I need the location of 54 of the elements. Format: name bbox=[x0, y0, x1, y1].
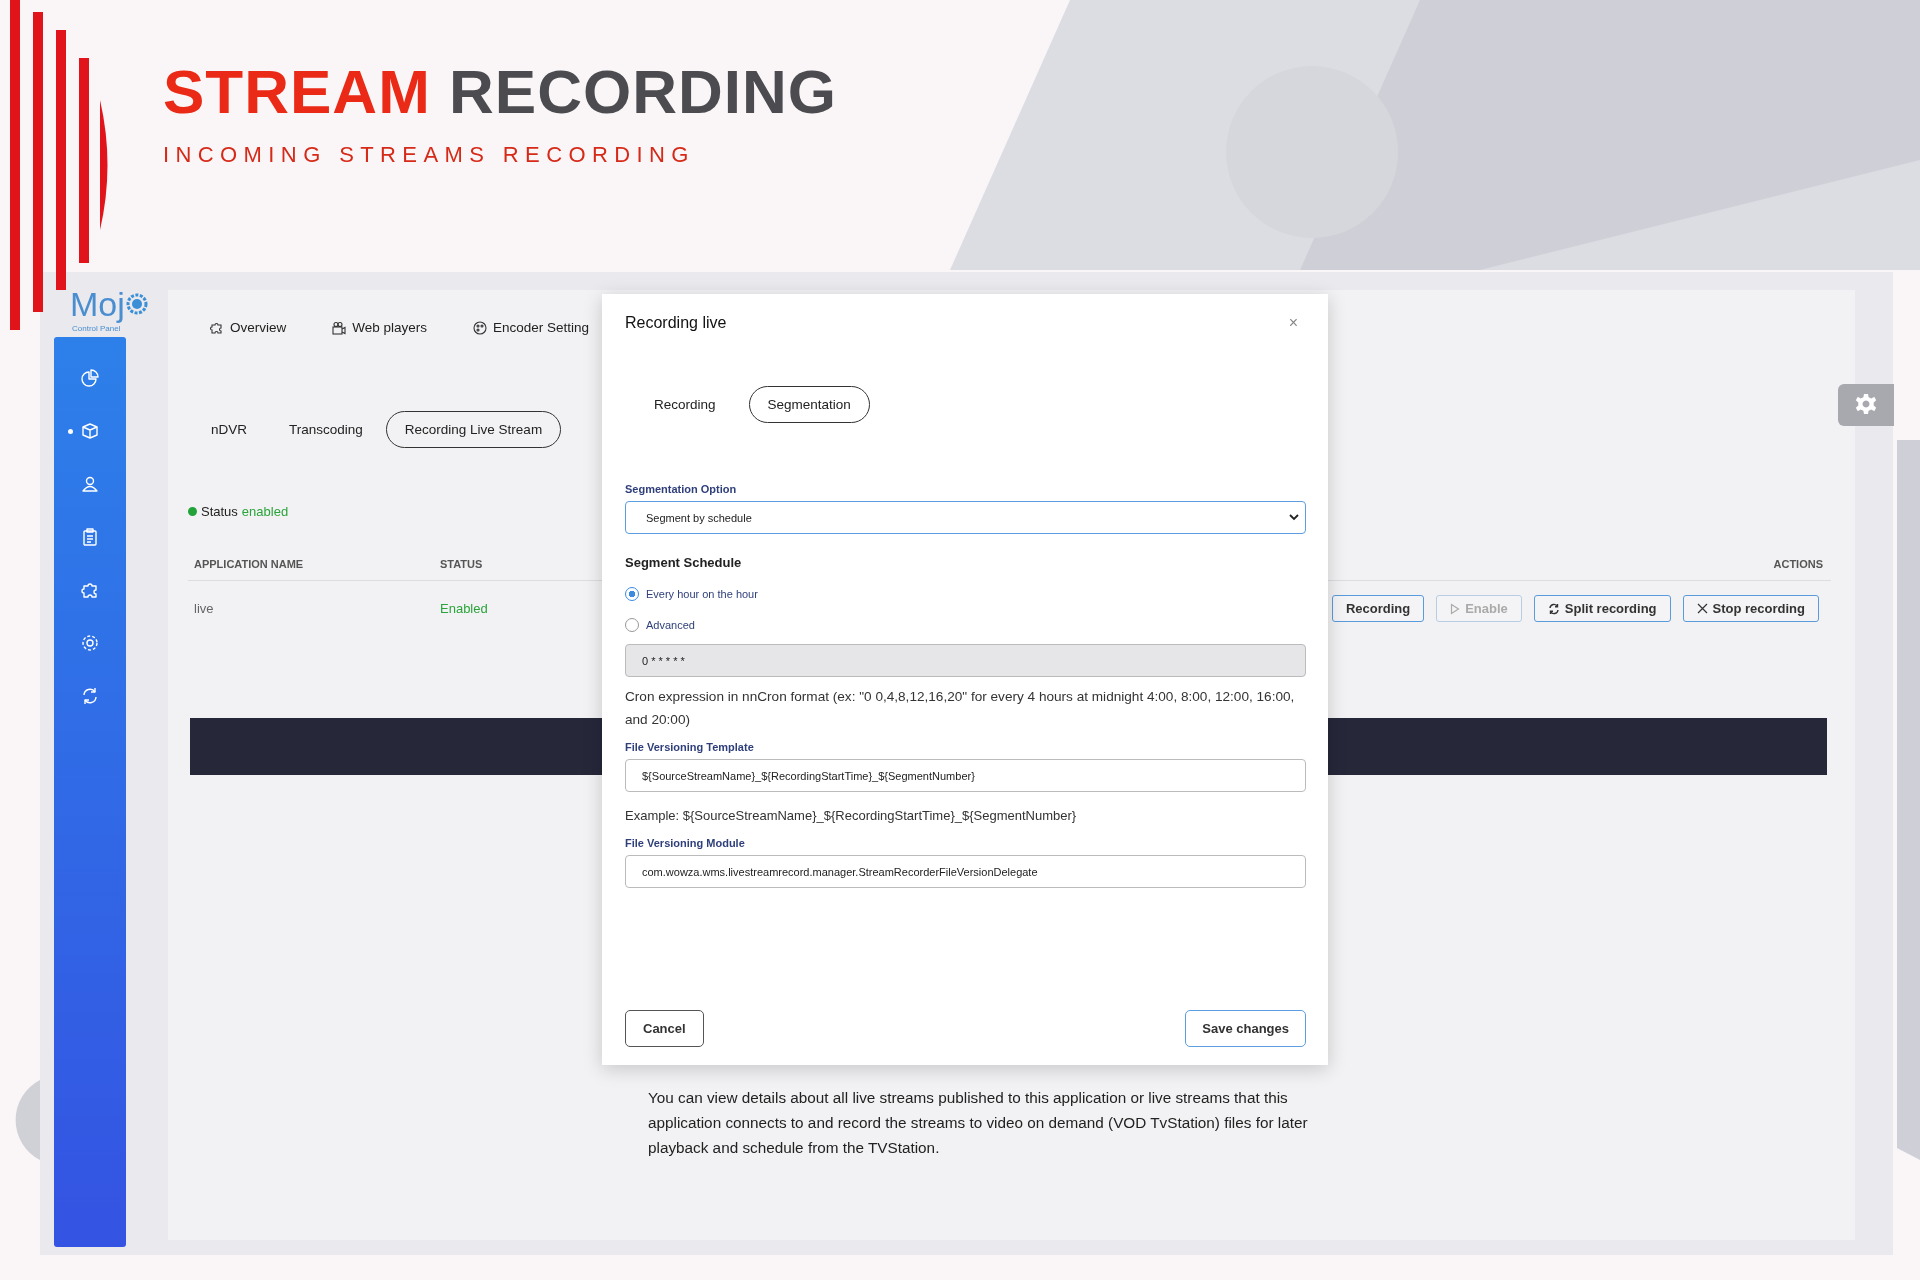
pie-icon bbox=[80, 368, 100, 388]
box-icon bbox=[80, 421, 100, 441]
status-value: enabled bbox=[241, 504, 289, 519]
action-button[interactable]: Recording bbox=[1331, 595, 1425, 622]
settings-icon bbox=[1854, 393, 1878, 417]
logo-subtitle: Control Panel bbox=[72, 324, 121, 333]
radio-label: Advanced bbox=[646, 618, 695, 631]
close-icon bbox=[1696, 603, 1708, 614]
field-label: File Versioning Template bbox=[625, 741, 754, 753]
chevron-icon bbox=[1289, 514, 1299, 521]
tab[interactable]: Recording bbox=[635, 386, 735, 423]
user-icon bbox=[80, 474, 100, 494]
banner-title: STREAM RECORDING bbox=[163, 56, 837, 128]
close-button[interactable]: × bbox=[1280, 314, 1306, 332]
puzzle-icon bbox=[210, 320, 224, 335]
logo-text: Moj bbox=[70, 284, 125, 324]
status-dot-icon bbox=[188, 507, 197, 516]
ring-icon bbox=[124, 292, 149, 316]
banner-subtitle: INCOMING STREAMS RECORDING bbox=[163, 142, 695, 168]
palette-icon bbox=[473, 320, 488, 335]
save-button[interactable]: Save changes bbox=[1185, 1010, 1306, 1047]
camera-icon bbox=[332, 320, 347, 335]
nav-link[interactable]: Overview bbox=[210, 320, 287, 335]
radio-label: Every hour on the hour bbox=[646, 587, 758, 600]
play-icon bbox=[1450, 602, 1461, 615]
field-label: Segmentation Option bbox=[625, 483, 737, 495]
example-text: Example: ${SourceStreamName}_${RecordingStartTime}_${SegmentNumber} bbox=[625, 808, 1077, 823]
nav-link[interactable]: Encoder Setting bbox=[473, 320, 590, 335]
description-text: You can view details about all live streams published to this application or live streams that this application connects to and record the streams to video on demand (VOD TvStation) files for later playback and schedule from the TVStation. bbox=[648, 1088, 1309, 1158]
tab[interactable]: Transcoding bbox=[270, 411, 382, 448]
refresh-icon bbox=[80, 686, 100, 706]
gear-icon bbox=[80, 633, 100, 653]
section-title: Segment Schedule bbox=[625, 555, 742, 570]
radio-button[interactable] bbox=[625, 586, 639, 601]
input-field[interactable]: com.wowza.wms.livestreamrecord.manager.StreamRecorderFileVersionDelegate bbox=[625, 855, 1306, 888]
table-cell-text: Enabled bbox=[440, 601, 489, 616]
field-label: File Versioning Module bbox=[625, 837, 745, 849]
nav-link[interactable]: Web players bbox=[332, 320, 428, 335]
table-cell-text: live bbox=[194, 601, 215, 616]
action-button[interactable]: Stop recording bbox=[1682, 595, 1819, 622]
help-text: Cron expression in nnCron format (ex: "0 0,4,8,12,16,20" for every 4 hours at midnight 4:00, 8:00, 12:00, 16:00, and 20:00) bbox=[625, 688, 1296, 729]
settings-button[interactable] bbox=[1838, 384, 1894, 426]
dialog-title: Recording live bbox=[625, 314, 727, 332]
select-field[interactable]: Segment by schedule bbox=[625, 501, 1306, 534]
action-button[interactable]: Split recording bbox=[1533, 595, 1671, 622]
cancel-button[interactable]: Cancel bbox=[625, 1010, 704, 1047]
column-header: ACTIONS bbox=[1773, 558, 1824, 570]
column-header: APPLICATION NAME bbox=[194, 558, 305, 570]
status-label: Status bbox=[201, 504, 238, 519]
tab[interactable]: nDVR bbox=[192, 411, 266, 448]
input-field[interactable]: ${SourceStreamName}_${RecordingStartTime}_${SegmentNumber} bbox=[625, 759, 1306, 792]
clipboard-icon bbox=[80, 527, 100, 547]
refresh-icon bbox=[1547, 602, 1560, 615]
puzzle-icon bbox=[80, 580, 100, 600]
